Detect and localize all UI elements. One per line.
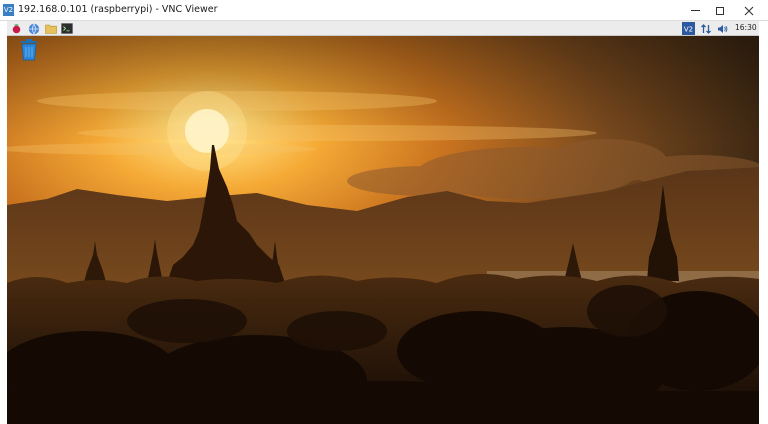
terminal-icon xyxy=(60,23,73,34)
vnc-server-icon: V2 xyxy=(682,22,695,35)
vnc-viewer-app-icon[interactable]: V2 xyxy=(3,4,14,16)
close-icon xyxy=(744,6,754,15)
minimize-icon xyxy=(690,10,700,11)
raspberry-pi-taskbar: V2 16:30 xyxy=(7,21,759,36)
file-manager-button[interactable] xyxy=(44,22,57,35)
minimize-button[interactable] xyxy=(681,1,709,20)
window-titlebar[interactable]: V2 192.168.0.101 (raspberrypi) - VNC Vie… xyxy=(0,0,768,21)
remote-desktop[interactable]: V2 16:30 xyxy=(7,21,759,424)
raspberry-menu-icon xyxy=(12,24,21,34)
window-title: 192.168.0.101 (raspberrypi) - VNC Viewer xyxy=(18,4,218,15)
raspberry-menu-button[interactable] xyxy=(10,22,23,35)
web-browser-icon xyxy=(28,23,39,35)
close-button[interactable] xyxy=(735,1,763,20)
panel-clock[interactable]: 16:30 xyxy=(735,23,757,32)
maximize-icon xyxy=(716,6,724,15)
trash-icon xyxy=(21,39,37,61)
terminal-button[interactable] xyxy=(60,22,73,35)
svg-text:V2: V2 xyxy=(684,26,693,34)
vnc-server-button[interactable]: V2 xyxy=(682,22,695,35)
web-browser-button[interactable] xyxy=(27,22,40,35)
network-icon xyxy=(700,23,711,34)
app-icon-text: V2 xyxy=(3,6,14,14)
desktop-trash[interactable] xyxy=(19,39,39,63)
file-manager-icon xyxy=(44,24,57,34)
maximize-button[interactable] xyxy=(706,1,734,20)
volume-button[interactable] xyxy=(716,22,729,35)
volume-icon xyxy=(717,24,727,33)
sunset-temples-icon xyxy=(7,21,759,424)
network-button[interactable] xyxy=(699,22,712,35)
